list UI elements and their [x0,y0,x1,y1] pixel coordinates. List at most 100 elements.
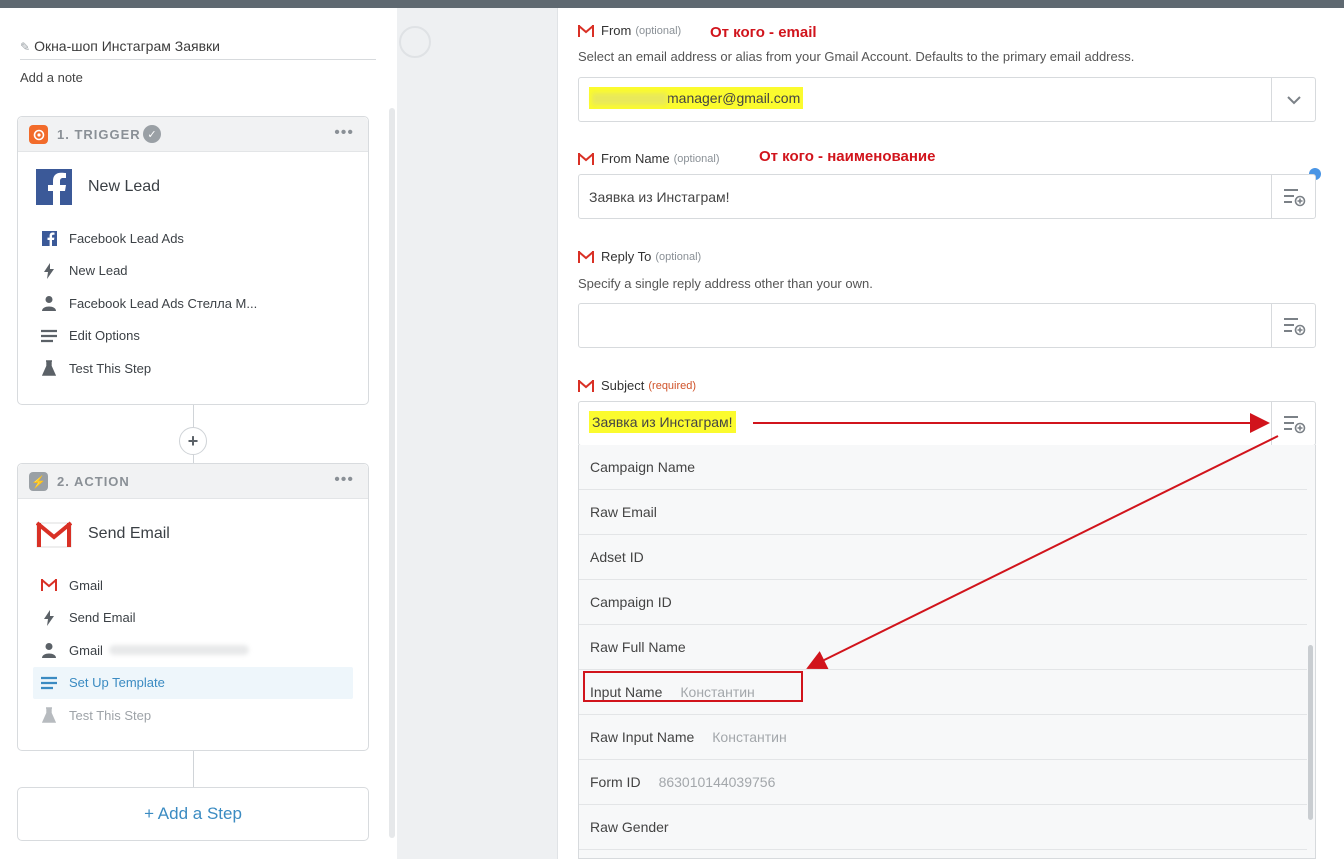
from-select[interactable]: manager@gmail.com [578,77,1316,122]
option-name: Campaign ID [590,594,672,610]
action-app-row[interactable]: Send Email [18,499,368,569]
zap-title-field[interactable]: ✎ Окна-шоп Инстаграм Заявки [20,38,376,60]
sidebar-item-label: Edit Options [69,328,140,344]
add-step-button[interactable]: + Add a Step [17,787,369,841]
gmail-icon [578,24,594,37]
sidebar-item-edit-options[interactable]: Edit Options [18,320,368,353]
sidebar-item-label: Test This Step [69,707,152,723]
sidebar-item-test-this-step[interactable]: Test This Step [18,352,368,385]
option-name: Form ID [590,774,641,790]
add-note-link[interactable]: Add a note [20,70,83,85]
top-bar [0,0,1344,8]
sidebar-item-send-email[interactable]: Send Email [18,602,368,635]
sidebar-item-label: Facebook Lead Ads Стелла М... [69,295,258,311]
sidebar-item-gmail[interactable]: Gmail [18,569,368,602]
insert-field-icon[interactable] [1271,304,1315,347]
insert-field-icon[interactable] [1271,402,1315,445]
dropdown-option[interactable]: Raw Full Name [579,625,1307,670]
option-name: Raw Input Name [590,729,695,745]
more-options-icon[interactable]: ••• [334,124,354,142]
sidebar-item-set-up-template[interactable]: Set Up Template [33,666,353,699]
trigger-step-label: 1. TRIGGER [57,127,141,142]
sidebar-item-label: New Lead [69,263,128,279]
from-name-value: Заявка из Инстаграм! [589,189,730,205]
from-help: Select an email address or alias from yo… [578,49,1135,64]
flask-icon [40,359,58,377]
pencil-icon: ✎ [20,40,31,54]
sidebar-scrollbar[interactable] [389,108,395,838]
dropdown-option[interactable]: Adset ID [579,535,1307,580]
check-icon: ✓ [143,125,161,143]
dropdown-option[interactable]: Campaign ID [579,580,1307,625]
option-name: Raw Gender [590,819,669,835]
user-icon [40,641,58,659]
dropdown-option[interactable]: Form ID 863010144039756 [579,760,1307,805]
gmail-icon [40,576,58,594]
dropdown-option[interactable]: Raw Input Name Константин [579,715,1307,760]
trigger-app-row[interactable]: New Lead [18,152,368,222]
trigger-icon [29,125,48,144]
action-card: ⚡ 2. ACTION ••• Send Email Gmail Send Ema… [17,463,369,751]
insert-field-icon[interactable] [1271,175,1315,218]
reply-to-input[interactable] [578,303,1316,348]
action-card-header[interactable]: ⚡ 2. ACTION ••• [18,464,368,499]
field-picker-dropdown: Campaign Name Raw Email Adset ID Campaign I… [578,445,1316,859]
connector-line [193,751,194,787]
annotation-from: От кого - email [710,24,817,41]
sidebar-item-label: Facebook Lead Ads [69,230,184,246]
from-value: manager@gmail.com [667,90,801,106]
from-name-input[interactable]: Заявка из Инстаграм! [578,174,1316,219]
sidebar-item-label: Send Email [69,610,136,626]
option-name: Raw Email [590,504,657,520]
subject-label: Subject (required) [578,378,696,393]
connector-line [193,405,194,427]
sidebar-item-facebook-lead-ads[interactable]: Facebook Lead Ads Стелла М... [18,287,368,320]
chevron-down-icon[interactable] [1271,78,1315,121]
subject-value: Заявка из Инстаграм! [589,411,736,433]
option-name: Campaign Name [590,459,696,475]
sidebar-item-new-lead[interactable]: New Lead [18,255,368,288]
user-icon [40,294,58,312]
insert-step-button[interactable]: + [179,427,207,455]
option-sample: Константин [712,729,787,745]
bolt-icon [40,609,58,627]
gmail-icon [578,152,594,165]
sidebar-item-label: Set Up Template [69,675,165,691]
connector-line [193,455,194,463]
sidebar-item-label: Gmail [69,642,103,658]
canvas-node [399,26,431,58]
list-icon [40,674,58,692]
dropdown-option[interactable]: Campaign Name [579,445,1307,490]
redacted-text [592,93,667,106]
sidebar-item-gmail[interactable]: Gmail [18,634,368,667]
sidebar-item-test-this-step[interactable]: Test This Step [18,699,368,732]
annotation-from-name: От кого - наименование [759,148,936,165]
from-label: From (optional) [578,23,681,38]
trigger-card-header[interactable]: 1. TRIGGER ✓ ••• [18,117,368,152]
dropdown-option[interactable]: Raw Gender [579,805,1307,850]
redacted-text [108,645,249,656]
option-sample: 863010144039756 [658,774,776,790]
subject-input[interactable]: Заявка из Инстаграм! [578,401,1316,446]
option-name: Raw Full Name [590,639,686,655]
from-name-label: From Name (optional) [578,151,719,166]
facebook-logo-icon [36,169,72,205]
gmail-icon [578,379,594,392]
bolt-badge-icon: ⚡ [29,472,48,491]
dropdown-scrollbar[interactable] [1308,645,1313,820]
bolt-icon [40,262,58,280]
sidebar: ✎ Окна-шоп Инстаграм Заявки Add a note 1.… [0,8,397,859]
sidebar-item-label: Gmail [69,577,103,593]
list-icon [40,327,58,345]
reply-to-help: Specify a single reply address other tha… [578,276,873,291]
action-step-label: 2. ACTION [57,474,130,489]
dropdown-option[interactable]: Raw Email [579,490,1307,535]
zap-title: Окна-шоп Инстаграм Заявки [34,38,220,54]
sidebar-item-facebook-lead-ads[interactable]: Facebook Lead Ads [18,222,368,255]
canvas-area [397,8,557,859]
more-options-icon[interactable]: ••• [334,471,354,489]
from-value-highlight: manager@gmail.com [589,87,804,109]
trigger-card: 1. TRIGGER ✓ ••• New Lead Facebook Lead … [17,116,369,405]
flask-icon [40,706,58,724]
step-form: From (optional) От кого - email Select an… [557,8,1344,859]
